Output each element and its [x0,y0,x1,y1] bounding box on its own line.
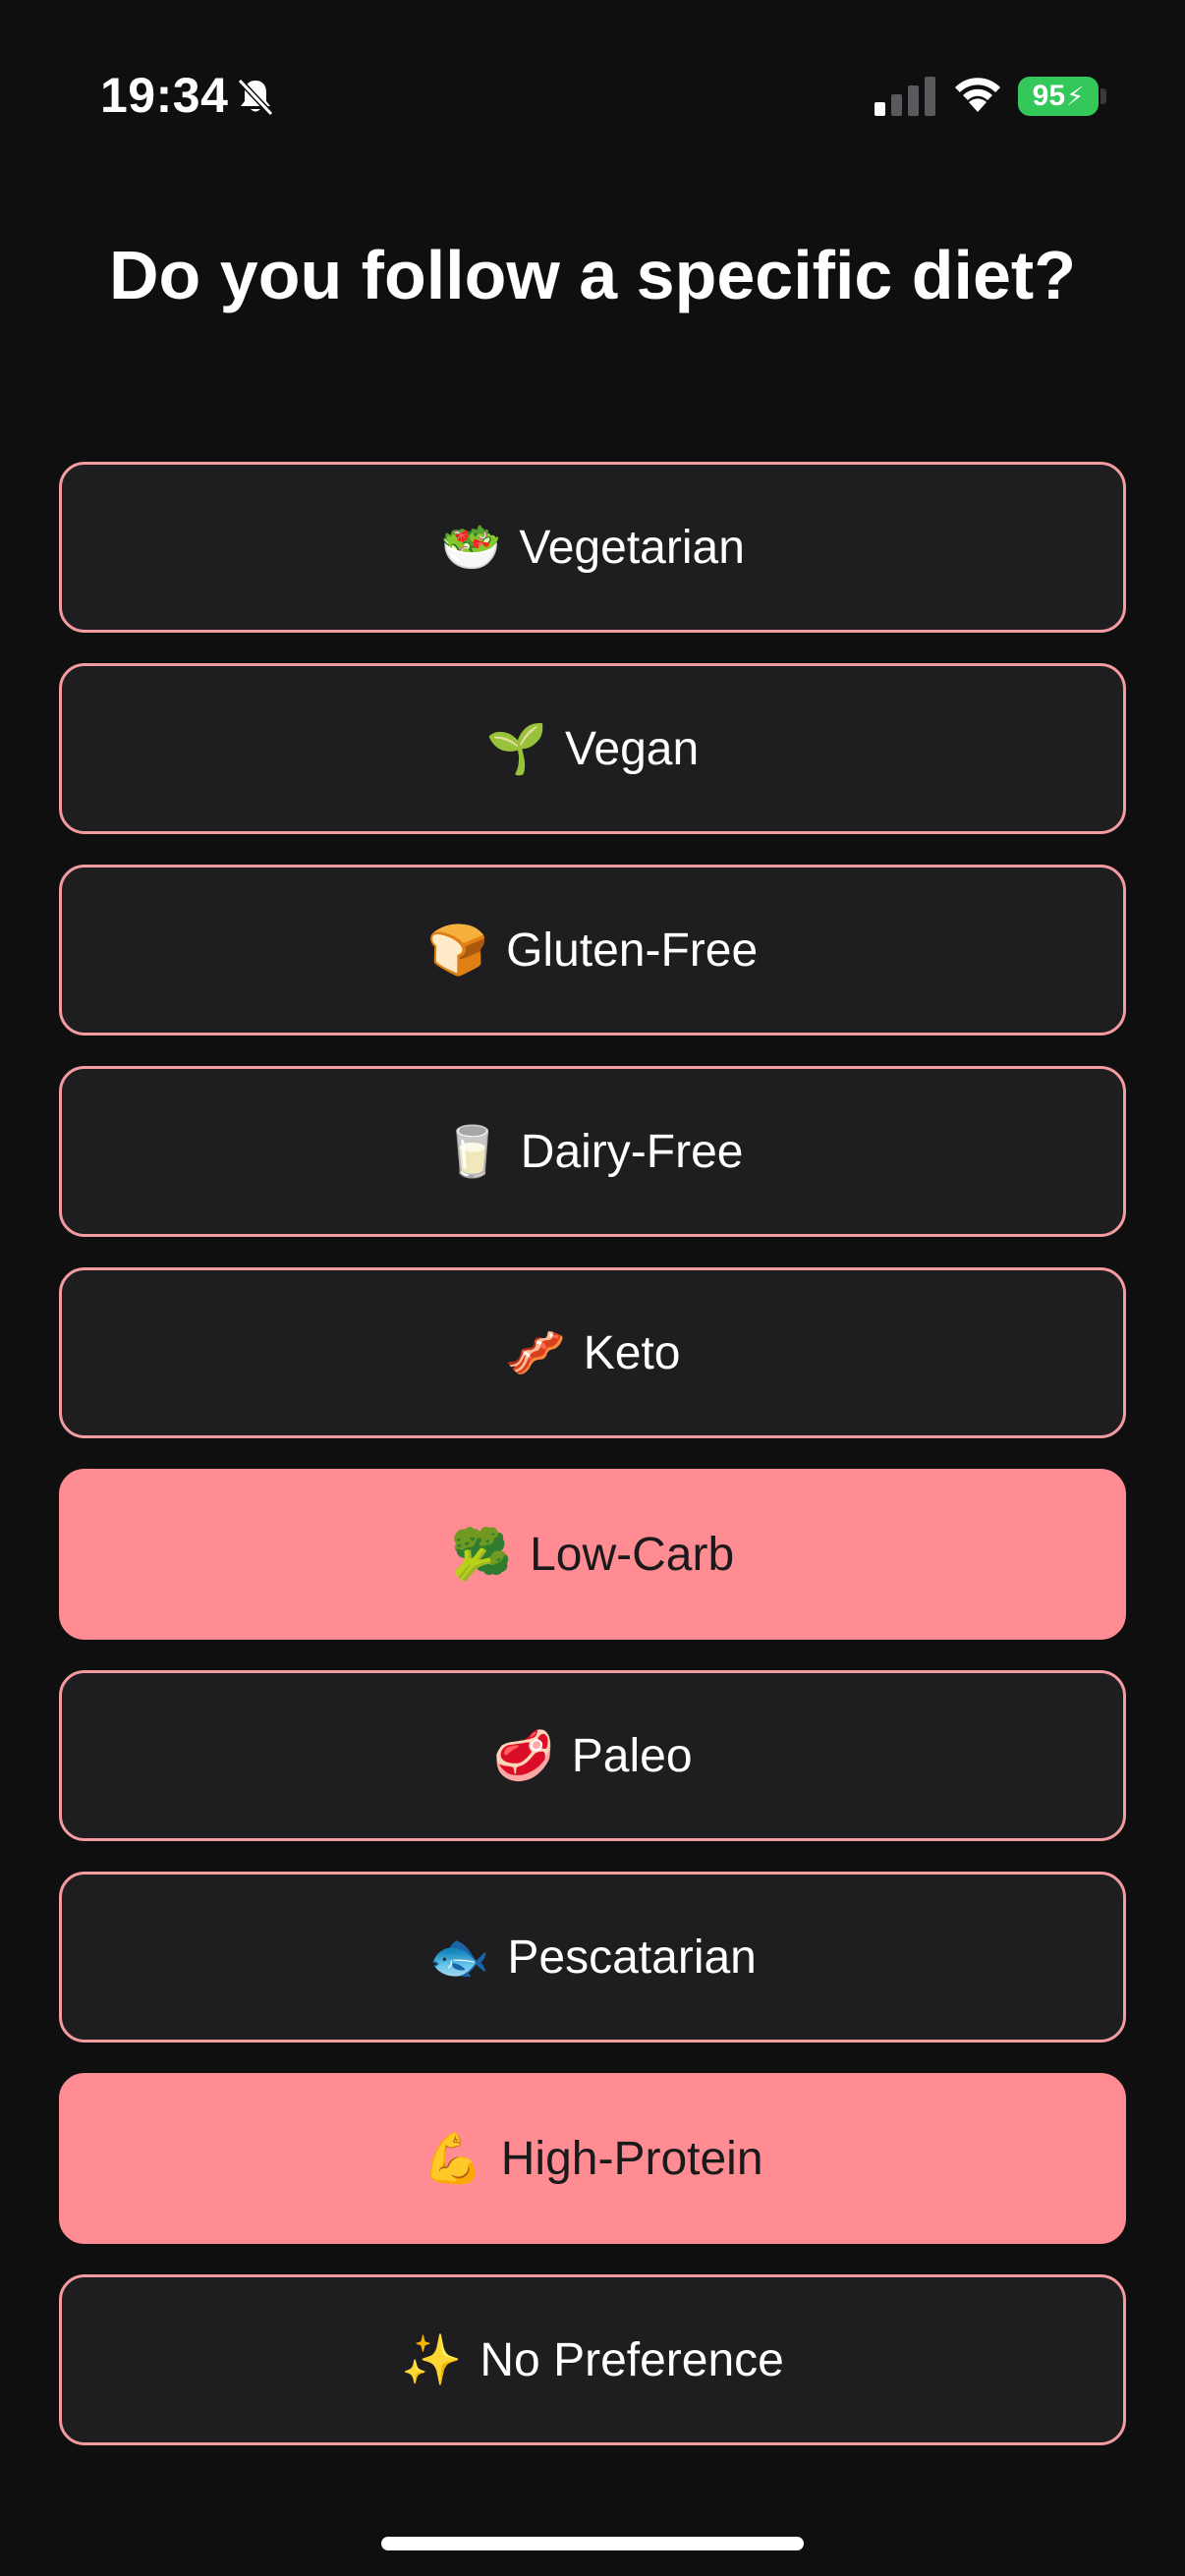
broccoli-icon: 🥦 [450,1525,513,1583]
diet-option-vegan[interactable]: 🌱 Vegan [59,663,1126,834]
option-label: Vegan [565,722,700,775]
steak-icon: 🥩 [492,1726,554,1784]
salad-icon: 🥗 [440,518,502,576]
page-title: Do you follow a specific diet? [109,237,1076,313]
cellular-signal-icon [875,77,935,116]
status-bar: 19:34 95 ⚡ [0,0,1185,196]
diet-option-keto[interactable]: 🥓 Keto [59,1267,1126,1438]
option-label: Vegetarian [519,521,745,574]
option-label: Pescatarian [507,1931,757,1984]
option-label: Paleo [571,1729,693,1782]
fish-icon: 🐟 [428,1928,490,1986]
status-time: 19:34 [100,68,229,123]
charging-bolt-icon: ⚡ [1066,81,1085,111]
diet-option-no-preference[interactable]: ✨ No Preference [59,2274,1126,2445]
diet-option-high-protein[interactable]: 💪 High-Protein [59,2073,1126,2244]
option-label: Dairy-Free [520,1125,744,1178]
diet-options-list: 🥗 Vegetarian 🌱 Vegan 🍞 Gluten-Free 🥛 Dai… [59,462,1126,2476]
bell-muted-icon [237,78,274,117]
diet-option-gluten-free[interactable]: 🍞 Gluten-Free [59,865,1126,1036]
option-label: Low-Carb [530,1528,735,1581]
diet-option-vegetarian[interactable]: 🥗 Vegetarian [59,462,1126,633]
battery-indicator: 95 ⚡ [1018,77,1099,116]
seedling-icon: 🌱 [485,719,548,777]
option-label: Keto [583,1326,681,1379]
battery-level: 95 [1032,80,1066,112]
option-label: No Preference [480,2333,784,2386]
option-label: Gluten-Free [506,924,759,977]
home-indicator[interactable] [381,2537,804,2550]
flexed-bicep-icon: 💪 [422,2129,483,2187]
milk-icon: 🥛 [441,1122,503,1180]
battery-nub [1100,88,1106,104]
wifi-icon [955,78,1000,112]
bread-icon: 🍞 [426,921,489,979]
diet-option-dairy-free[interactable]: 🥛 Dairy-Free [59,1066,1126,1237]
bacon-icon: 🥓 [504,1323,566,1381]
diet-option-paleo[interactable]: 🥩 Paleo [59,1670,1126,1841]
diet-option-pescatarian[interactable]: 🐟 Pescatarian [59,1872,1126,2043]
sparkles-icon: ✨ [401,2330,463,2388]
option-label: High-Protein [500,2132,763,2185]
diet-option-low-carb[interactable]: 🥦 Low-Carb [59,1469,1126,1640]
